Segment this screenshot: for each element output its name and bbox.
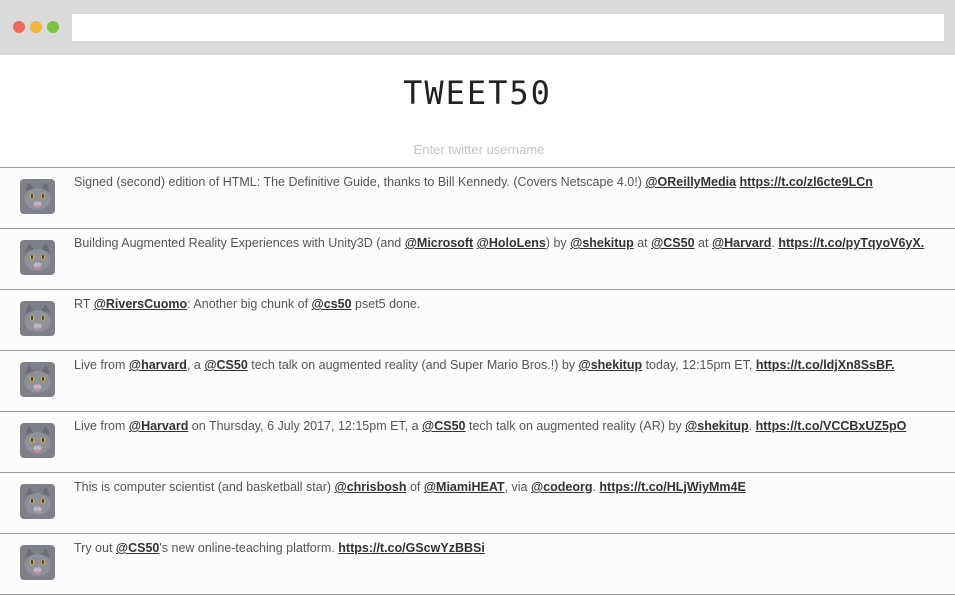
mention-link[interactable]: @harvard xyxy=(129,358,187,372)
tweet-text-segment: RT xyxy=(74,297,94,311)
tweet-text-segment: 's new online-teaching platform. xyxy=(159,541,339,555)
avatar xyxy=(20,301,55,336)
tweet-text-segment: pset5 done. xyxy=(351,297,421,311)
mention-link[interactable]: @chrisbosh xyxy=(335,480,407,494)
tweet-feed: Signed (second) edition of HTML: The Def… xyxy=(0,167,955,595)
browser-chrome xyxy=(0,0,955,55)
tweet-text: This is computer scientist (and basketba… xyxy=(74,480,944,494)
avatar xyxy=(20,362,55,397)
tweet-row: Live from @harvard, a @CS50 tech talk on… xyxy=(0,351,955,412)
page-content: TWEET50 Signed (second) edition of HTML:… xyxy=(0,55,955,595)
tweet-text-segment: at xyxy=(694,236,712,250)
tweet-row: Signed (second) edition of HTML: The Def… xyxy=(0,168,955,229)
tweet-text-segment: , a xyxy=(186,358,205,372)
tweet-text: Try out @CS50's new online-teaching plat… xyxy=(74,541,944,555)
address-bar[interactable] xyxy=(72,14,944,41)
mention-link[interactable]: @Harvard xyxy=(129,419,188,433)
tweet-text-segment: of xyxy=(406,480,424,494)
close-window-button[interactable] xyxy=(13,21,25,33)
cat-avatar-icon xyxy=(20,423,55,458)
cat-avatar-icon xyxy=(20,301,55,336)
mention-link[interactable]: @cs50 xyxy=(312,297,352,311)
tweet-text: Building Augmented Reality Experiences w… xyxy=(74,236,944,250)
maximize-window-button[interactable] xyxy=(47,21,59,33)
tweet-row: RT @RiversCuomo: Another big chunk of @c… xyxy=(0,290,955,351)
tweet-text-segment: Signed (second) edition of HTML: The Def… xyxy=(74,175,646,189)
mention-link[interactable]: @HoloLens xyxy=(477,236,546,250)
mention-link[interactable]: @Harvard xyxy=(712,236,771,250)
tweet-row: This is computer scientist (and basketba… xyxy=(0,473,955,534)
tweet-text-segment: at xyxy=(633,236,652,250)
avatar xyxy=(20,484,55,519)
cat-avatar-icon xyxy=(20,240,55,275)
avatar xyxy=(20,240,55,275)
mention-link[interactable]: @CS50 xyxy=(204,358,247,372)
tweet-row: Try out @CS50's new online-teaching plat… xyxy=(0,534,955,595)
tweet-text-segment: Try out xyxy=(74,541,116,555)
cat-avatar-icon xyxy=(20,362,55,397)
mention-link[interactable]: @shekitup xyxy=(685,419,749,433)
url-link[interactable]: https://t.co/pyTqyoV6yX. xyxy=(778,236,924,250)
tweet-text-segment: : Another big chunk of xyxy=(187,297,312,311)
mention-link[interactable]: @shekitup xyxy=(570,236,634,250)
url-link[interactable]: https://t.co/HLjWiyMm4E xyxy=(599,480,745,494)
mention-link[interactable]: @OReillyMedia xyxy=(645,175,736,189)
cat-avatar-icon xyxy=(20,545,55,580)
avatar xyxy=(20,179,55,214)
tweet-row: Building Augmented Reality Experiences w… xyxy=(0,229,955,290)
mention-link[interactable]: @Microsoft xyxy=(405,236,473,250)
mention-link[interactable]: @CS50 xyxy=(422,419,465,433)
mention-link[interactable]: @MiamiHEAT xyxy=(424,480,505,494)
page-title: TWEET50 xyxy=(403,74,552,112)
tweet-text-segment: Live from xyxy=(74,419,129,433)
tweet-row: Live from @Harvard on Thursday, 6 July 2… xyxy=(0,412,955,473)
avatar xyxy=(20,545,55,580)
tweet-text: Live from @harvard, a @CS50 tech talk on… xyxy=(74,358,944,372)
mention-link[interactable]: @codeorg xyxy=(531,480,593,494)
url-link[interactable]: https://t.co/zl6cte9LCn xyxy=(740,175,873,189)
mention-link[interactable]: @CS50 xyxy=(651,236,694,250)
url-link[interactable]: https://t.co/ldjXn8SsBF. xyxy=(756,358,895,372)
mention-link[interactable]: @CS50 xyxy=(116,541,159,555)
tweet-text: Live from @Harvard on Thursday, 6 July 2… xyxy=(74,419,944,433)
tweet-text-segment: tech talk on augmented reality (AR) by xyxy=(465,419,686,433)
cat-avatar-icon xyxy=(20,484,55,519)
username-input[interactable] xyxy=(327,137,631,161)
cat-avatar-icon xyxy=(20,179,55,214)
mention-link[interactable]: @RiversCuomo xyxy=(94,297,187,311)
tweet-text-segment: Live from xyxy=(74,358,129,372)
tweet-text: RT @RiversCuomo: Another big chunk of @c… xyxy=(74,297,944,311)
tweet-text-segment: . xyxy=(748,419,756,433)
tweet-text-segment: today, 12:15pm ET, xyxy=(642,358,756,372)
tweet-text-segment: ) by xyxy=(545,236,571,250)
avatar xyxy=(20,423,55,458)
tweet-text: Signed (second) edition of HTML: The Def… xyxy=(74,175,944,189)
url-link[interactable]: https://t.co/VCCBxUZ5pO xyxy=(756,419,907,433)
tweet-text-segment: This is computer scientist (and basketba… xyxy=(74,480,335,494)
tweet-text-segment: tech talk on augmented reality (and Supe… xyxy=(247,358,579,372)
tweet-text-segment: , via xyxy=(504,480,531,494)
mention-link[interactable]: @shekitup xyxy=(579,358,643,372)
tweet-text-segment: on Thursday, 6 July 2017, 12:15pm ET, a xyxy=(188,419,423,433)
minimize-window-button[interactable] xyxy=(30,21,42,33)
url-link[interactable]: https://t.co/GScwYzBBSi xyxy=(338,541,485,555)
tweet-text-segment: Building Augmented Reality Experiences w… xyxy=(74,236,405,250)
